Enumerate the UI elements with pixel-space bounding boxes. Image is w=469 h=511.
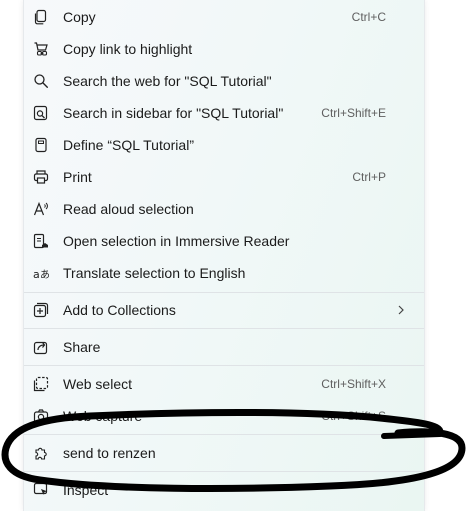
menu-item-label: Copy link to highlight [63,41,193,57]
menu-item-shortcut: Ctrl+Shift+X [321,377,386,391]
read-aloud-icon [33,201,49,217]
menu-item-web-select[interactable]: Web select Ctrl+Shift+X [24,369,424,399]
menu-separator [24,292,424,293]
menu-item-search-sidebar[interactable]: Search in sidebar for "SQL Tutorial" Ctr… [24,98,424,128]
menu-item-search-web[interactable]: Search the web for "SQL Tutorial" [24,66,424,96]
menu-item-inspect[interactable]: Inspect [24,475,424,505]
menu-item-label: Read aloud selection [63,201,194,217]
menu-item-define[interactable]: Define “SQL Tutorial” [24,130,424,160]
menu-item-label: Define “SQL Tutorial” [63,137,194,153]
menu-item-label: Search the web for "SQL Tutorial" [63,73,272,89]
inspect-icon [33,482,49,498]
menu-item-send-to-renzen[interactable]: send to renzen [24,438,424,468]
menu-item-copy[interactable]: Copy Ctrl+C [24,2,424,32]
menu-item-translate[interactable]: aあ Translate selection to English [24,258,424,288]
menu-item-label: Copy [63,9,96,25]
menu-item-label: Inspect [63,482,109,498]
menu-item-label: Share [63,339,101,355]
menu-item-copy-link-to-highlight[interactable]: Copy link to highlight [24,34,424,64]
copy-icon [33,9,49,25]
menu-item-share[interactable]: Share [24,332,424,362]
menu-item-label: send to renzen [63,445,156,461]
translate-icon: aあ [33,265,49,281]
svg-text:あ: あ [40,269,49,281]
link-highlight-icon [33,41,49,57]
menu-item-web-capture[interactable]: Web capture Ctrl+Shift+S [24,401,424,431]
web-select-icon [33,376,49,392]
menu-item-label: Web select [63,376,132,392]
context-menu: Copy Ctrl+C Copy link to highlight Searc… [23,0,425,511]
menu-item-shortcut: Ctrl+P [352,170,386,184]
menu-separator [24,434,424,435]
book-icon [33,137,49,153]
menu-item-print[interactable]: Print Ctrl+P [24,162,424,192]
menu-separator [24,471,424,472]
printer-icon [33,169,49,185]
camera-icon [33,408,49,424]
chevron-right-icon [394,303,408,317]
menu-item-label: Search in sidebar for "SQL Tutorial" [63,105,284,121]
immersive-reader-icon [33,233,49,249]
menu-item-label: Open selection in Immersive Reader [63,233,290,249]
menu-item-add-to-collections[interactable]: Add to Collections [24,295,424,325]
menu-item-shortcut: Ctrl+Shift+S [321,409,386,423]
sidebar-search-icon [33,105,49,121]
menu-item-label: Translate selection to English [63,265,246,281]
menu-separator [24,365,424,366]
menu-item-read-aloud[interactable]: Read aloud selection [24,194,424,224]
menu-item-label: Web capture [63,408,143,424]
collections-icon [33,302,49,318]
menu-item-label: Add to Collections [63,302,176,318]
share-icon [33,339,49,355]
menu-separator [24,328,424,329]
menu-item-immersive-reader[interactable]: Open selection in Immersive Reader [24,226,424,256]
search-icon [33,73,49,89]
menu-item-label: Print [63,169,92,185]
puzzle-icon [33,445,49,461]
menu-item-shortcut: Ctrl+C [351,10,386,24]
menu-item-shortcut: Ctrl+Shift+E [321,106,386,120]
svg-text:a: a [33,268,40,281]
